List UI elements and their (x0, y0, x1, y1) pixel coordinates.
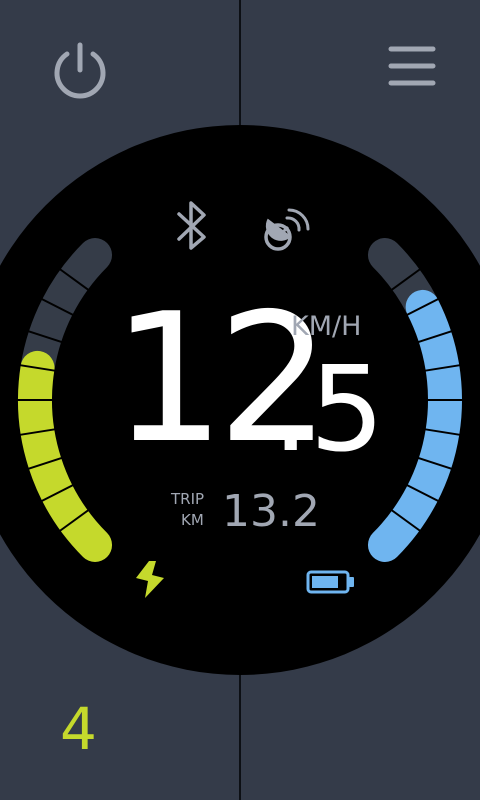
speed-unit: KM/H (291, 311, 362, 342)
trip-distance-value: 13.2 (222, 486, 320, 537)
trip-unit-label: KM (181, 511, 204, 529)
assist-level[interactable]: 4 (60, 700, 97, 758)
speed-integer: 12 (112, 275, 331, 482)
trip-label: TRIP (171, 490, 205, 508)
speed-decimal: .5 (272, 340, 385, 478)
